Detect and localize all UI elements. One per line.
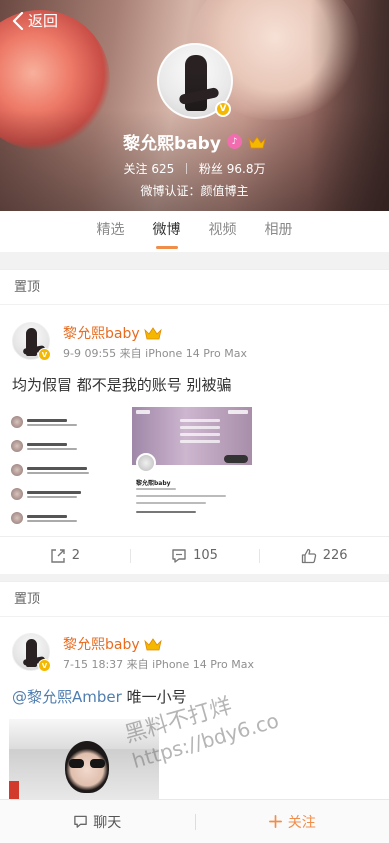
post-image-profile-screenshot[interactable]: 黎允熙baby <box>132 407 252 525</box>
repost-icon <box>50 548 65 563</box>
thumbs-up-icon <box>301 548 316 563</box>
back-label: 返回 <box>28 12 59 30</box>
crown-icon <box>248 135 266 148</box>
post-author-name[interactable]: 黎允熙baby <box>63 634 162 654</box>
post-author-name[interactable]: 黎允熙baby <box>63 323 162 343</box>
stats-divider <box>186 163 188 174</box>
crown-icon <box>143 638 162 651</box>
post-text: @黎允熙Amber 唯一小号 <box>12 688 187 706</box>
chevron-left-icon <box>12 11 24 30</box>
tab-albums[interactable]: 相册 <box>251 211 307 252</box>
pinned-label: 置顶 <box>0 581 389 617</box>
comment-button[interactable]: 105 <box>129 537 260 574</box>
profile-header: 返回 V 黎允熙baby ♪ 关注 625 粉丝 96.8万 微博认证：颜值博主 <box>0 0 389 211</box>
back-button[interactable]: 返回 <box>12 10 58 31</box>
plus-icon <box>268 815 282 828</box>
post-image-account-list[interactable] <box>11 407 97 525</box>
music-badge-icon: ♪ <box>226 134 242 149</box>
mention-link[interactable]: @黎允熙Amber <box>12 688 122 706</box>
post-meta: 7-15 18:37 来自 iPhone 14 Pro Max <box>63 658 254 671</box>
repost-button[interactable]: 2 <box>0 537 130 574</box>
follow-button[interactable]: 关注 <box>194 800 389 843</box>
post-meta: 9-9 09:55 来自 iPhone 14 Pro Max <box>63 347 247 360</box>
tab-weibo[interactable]: 微博 <box>139 211 195 252</box>
crown-icon <box>143 327 162 340</box>
comment-icon <box>172 548 186 563</box>
followers-stat[interactable]: 粉丝 96.8万 <box>199 162 266 176</box>
like-button[interactable]: 226 <box>259 537 389 574</box>
tab-videos[interactable]: 视频 <box>195 211 251 252</box>
verification-text: 微博认证：颜值博主 <box>140 184 249 198</box>
bottom-bar: 聊天 关注 <box>0 799 389 843</box>
verified-badge-icon: V <box>38 348 51 361</box>
chat-button[interactable]: 聊天 <box>0 800 195 843</box>
profile-stats: 关注 625 粉丝 96.8万 <box>0 160 389 177</box>
profile-tabs: 精选 微博 视频 相册 <box>0 211 389 252</box>
post-action-bar: 2 105 226 <box>0 536 389 574</box>
pinned-label: 置顶 <box>0 269 389 305</box>
post-text: 均为假冒 都不是我的账号 别被骗 <box>12 376 232 394</box>
verified-badge-icon: V <box>215 101 231 117</box>
verified-badge-icon: V <box>38 659 51 672</box>
chat-icon <box>74 815 88 828</box>
profile-name: 黎允熙baby <box>123 134 221 154</box>
following-stat[interactable]: 关注 625 <box>124 162 175 176</box>
tab-featured[interactable]: 精选 <box>83 211 139 252</box>
